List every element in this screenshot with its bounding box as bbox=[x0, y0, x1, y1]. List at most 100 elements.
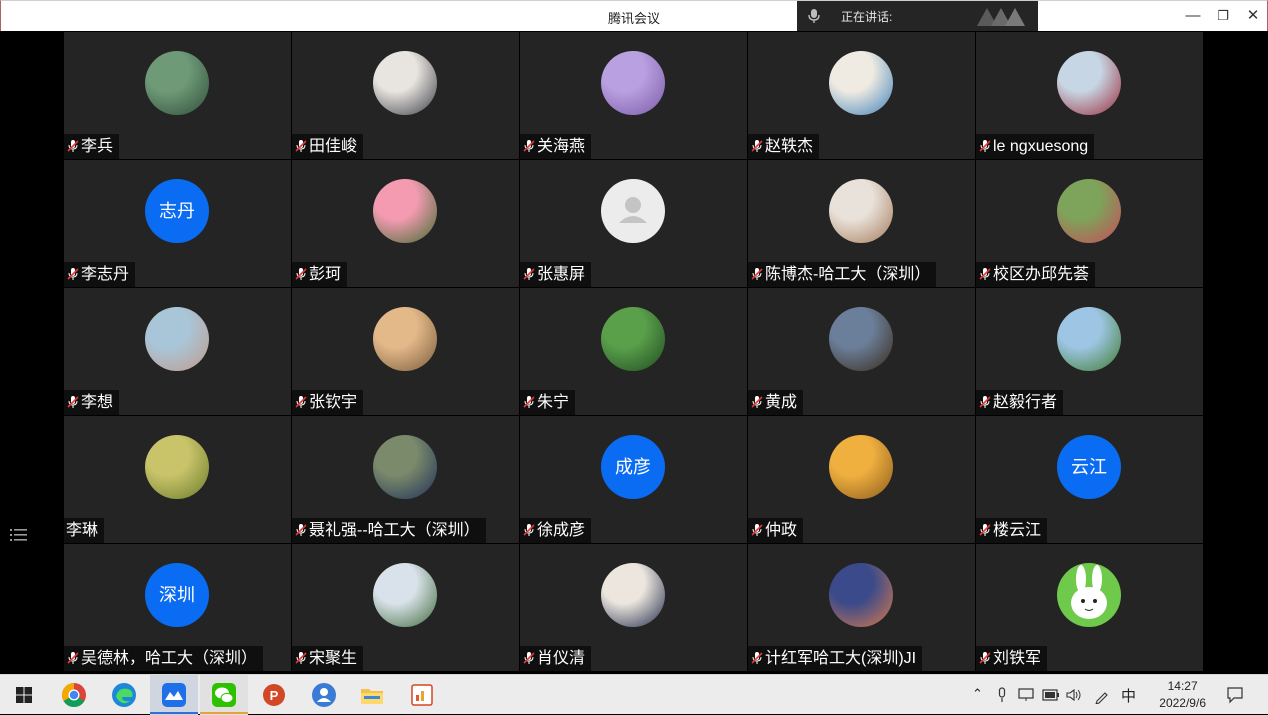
default-avatar-icon bbox=[601, 179, 665, 243]
participant-name: 吴德林，哈工大（深圳） bbox=[81, 650, 257, 667]
tray-overflow-icon[interactable]: ⌃ bbox=[972, 686, 983, 702]
clock-time: 14:27 bbox=[1159, 678, 1206, 695]
tencent-meeting-icon[interactable] bbox=[160, 681, 188, 709]
participant-tile[interactable]: 校区办邱先荟 bbox=[976, 160, 1203, 287]
network-icon[interactable] bbox=[1018, 688, 1034, 702]
participant-avatar: 云江 bbox=[1057, 435, 1121, 499]
participant-name-bar: 彭珂 bbox=[292, 262, 347, 287]
participant-avatar bbox=[1057, 563, 1121, 627]
windows-start-icon[interactable] bbox=[10, 681, 38, 709]
participant-tile[interactable]: 志丹李志丹 bbox=[64, 160, 291, 287]
participant-tile[interactable]: 深圳吴德林，哈工大（深圳） bbox=[64, 544, 291, 671]
participant-tile[interactable]: 黄成 bbox=[748, 288, 975, 415]
participant-tile[interactable]: 计红军哈工大(深圳)JI bbox=[748, 544, 975, 671]
participant-tile[interactable]: 刘铁军 bbox=[976, 544, 1203, 671]
contacts-app-icon[interactable] bbox=[310, 681, 338, 709]
tray-microphone-icon[interactable] bbox=[996, 687, 1008, 703]
participant-tile[interactable]: 彭珂 bbox=[292, 160, 519, 287]
participant-avatar bbox=[373, 563, 437, 627]
muted-mic-icon bbox=[522, 139, 536, 153]
participant-tile[interactable]: 仲政 bbox=[748, 416, 975, 543]
tencent-meeting-logo bbox=[977, 6, 1027, 26]
participant-name-bar: 张惠屏 bbox=[520, 262, 591, 287]
participant-avatar bbox=[829, 307, 893, 371]
chrome-icon[interactable] bbox=[60, 681, 88, 709]
participant-tile[interactable]: 成彦徐成彦 bbox=[520, 416, 747, 543]
participant-tile[interactable]: 赵轶杰 bbox=[748, 32, 975, 159]
participant-name-bar: 宋聚生 bbox=[292, 646, 363, 671]
participant-name-bar: 肖仪清 bbox=[520, 646, 591, 671]
participant-name: 田佳峻 bbox=[309, 138, 357, 155]
participant-tile[interactable]: 张惠屏 bbox=[520, 160, 747, 287]
participant-name: 张钦宇 bbox=[309, 394, 357, 411]
participant-tile[interactable]: le ngxuesong bbox=[976, 32, 1203, 159]
participant-tile[interactable]: 陈博杰-哈工大（深圳） bbox=[748, 160, 975, 287]
participant-name: 楼云江 bbox=[993, 522, 1041, 539]
muted-mic-icon bbox=[294, 523, 308, 537]
participant-avatar bbox=[145, 51, 209, 115]
participant-tile[interactable]: 张钦宇 bbox=[292, 288, 519, 415]
participant-tile[interactable]: 李琳 bbox=[64, 416, 291, 543]
participant-list-icon[interactable] bbox=[10, 528, 28, 542]
volume-icon[interactable] bbox=[1066, 688, 1082, 702]
participant-tile[interactable]: 赵毅行者 bbox=[976, 288, 1203, 415]
participant-name-bar: 朱宁 bbox=[520, 390, 575, 415]
participant-name: 李琳 bbox=[66, 522, 98, 539]
participant-name: 肖仪清 bbox=[537, 650, 585, 667]
participant-name: 徐成彦 bbox=[537, 522, 585, 539]
participant-name-bar: 仲政 bbox=[748, 518, 803, 543]
ime-indicator[interactable]: 中 bbox=[1121, 685, 1136, 706]
participant-tile[interactable]: 肖仪清 bbox=[520, 544, 747, 671]
muted-mic-icon bbox=[750, 395, 764, 409]
file-explorer-icon[interactable] bbox=[358, 681, 386, 709]
microphone-icon bbox=[805, 7, 823, 25]
participant-tile[interactable]: 宋聚生 bbox=[292, 544, 519, 671]
participant-name: 李想 bbox=[81, 394, 113, 411]
participant-name: 赵轶杰 bbox=[765, 138, 813, 155]
participant-name: 聂礼强--哈工大（深圳） bbox=[309, 522, 480, 539]
participant-avatar bbox=[1057, 307, 1121, 371]
presentation-app-icon[interactable] bbox=[408, 681, 436, 709]
muted-mic-icon bbox=[978, 523, 992, 537]
participant-avatar: 成彦 bbox=[601, 435, 665, 499]
participant-name-bar: 校区办邱先荟 bbox=[976, 262, 1095, 287]
participant-name: 朱宁 bbox=[537, 394, 569, 411]
participant-name-bar: 李兵 bbox=[64, 134, 119, 159]
participant-tile[interactable]: 李想 bbox=[64, 288, 291, 415]
participant-name-bar: 李琳 bbox=[64, 518, 104, 543]
participant-name: 校区办邱先荟 bbox=[993, 266, 1089, 283]
muted-mic-icon bbox=[66, 139, 80, 153]
notification-center-icon[interactable] bbox=[1226, 686, 1244, 704]
speaking-label: 正在讲话: bbox=[841, 8, 892, 25]
wechat-icon[interactable] bbox=[210, 681, 238, 709]
pen-icon[interactable] bbox=[1094, 688, 1110, 704]
participant-name: 李兵 bbox=[81, 138, 113, 155]
muted-mic-icon bbox=[294, 139, 308, 153]
muted-mic-icon bbox=[750, 651, 764, 665]
cartoon-rabbit-icon bbox=[1057, 563, 1121, 627]
participant-tile[interactable]: 聂礼强--哈工大（深圳） bbox=[292, 416, 519, 543]
participant-tile[interactable]: 云江楼云江 bbox=[976, 416, 1203, 543]
edge-icon[interactable] bbox=[110, 681, 138, 709]
muted-mic-icon bbox=[978, 395, 992, 409]
participant-tile[interactable]: 李兵 bbox=[64, 32, 291, 159]
participant-name-bar: 关海燕 bbox=[520, 134, 591, 159]
close-button[interactable]: ✕ bbox=[1242, 5, 1264, 27]
restore-button[interactable]: ❐ bbox=[1212, 5, 1234, 27]
muted-mic-icon bbox=[750, 267, 764, 281]
participant-tile[interactable]: 朱宁 bbox=[520, 288, 747, 415]
participant-name-bar: 刘铁军 bbox=[976, 646, 1047, 671]
battery-icon[interactable] bbox=[1042, 689, 1060, 701]
participant-avatar bbox=[145, 307, 209, 371]
minimize-button[interactable]: — bbox=[1182, 5, 1204, 27]
participant-avatar: 深圳 bbox=[145, 563, 209, 627]
participant-name-bar: 聂礼强--哈工大（深圳） bbox=[292, 518, 486, 543]
participant-avatar bbox=[829, 51, 893, 115]
participant-tile[interactable]: 关海燕 bbox=[520, 32, 747, 159]
participant-tile[interactable]: 田佳峻 bbox=[292, 32, 519, 159]
participant-name-bar: 赵毅行者 bbox=[976, 390, 1063, 415]
participant-name-bar: 吴德林，哈工大（深圳） bbox=[64, 646, 263, 671]
system-clock[interactable]: 14:27 2022/9/6 bbox=[1159, 678, 1206, 712]
participant-avatar bbox=[373, 435, 437, 499]
powerpoint-icon[interactable]: P bbox=[260, 681, 288, 709]
